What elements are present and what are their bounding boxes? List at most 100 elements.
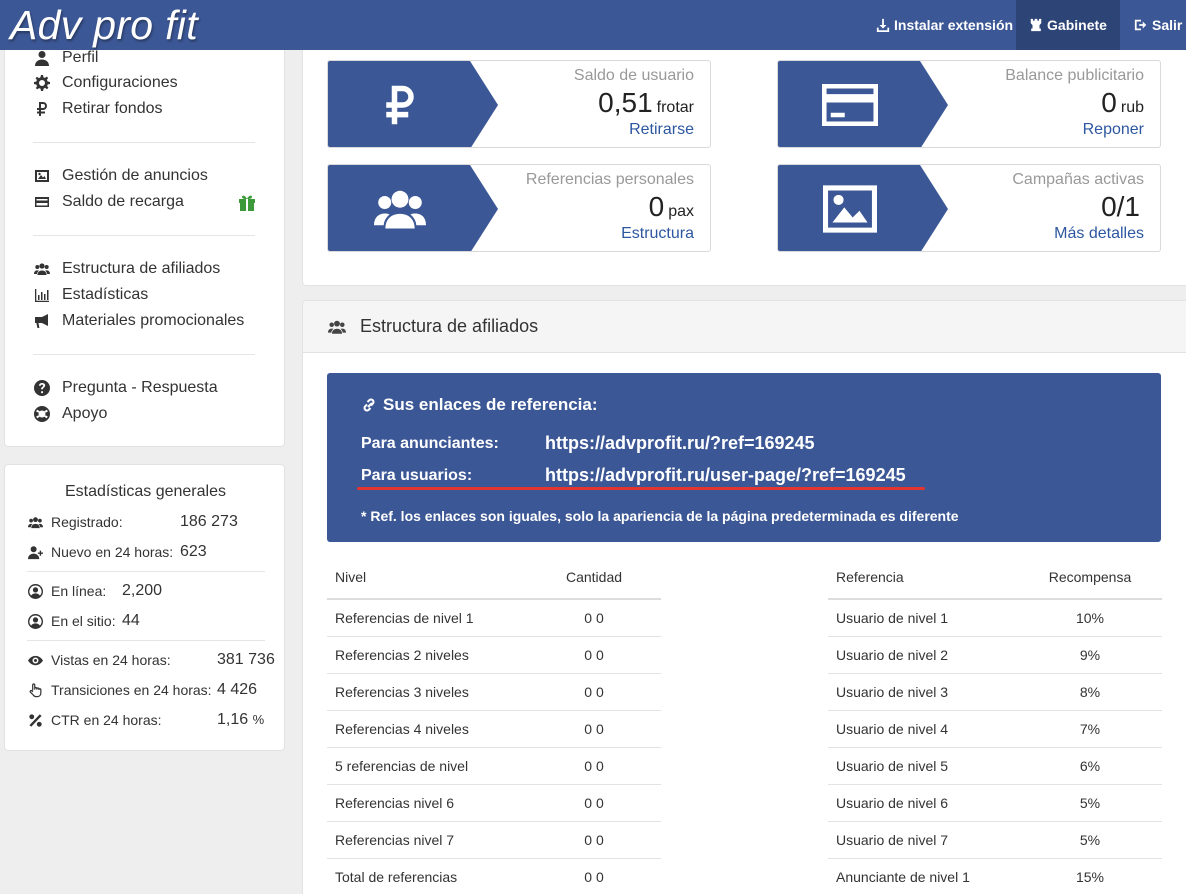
stat-value: 2,200 [122, 582, 163, 599]
table-cell: 0 0 [527, 821, 661, 859]
stat-value: 44 [122, 612, 140, 629]
table-row: 5 referencias de nivel 0 0 [327, 747, 661, 785]
stat-row-on-site: En el sitio: [27, 610, 116, 632]
ctr-value: 1,16 [217, 711, 249, 728]
bullhorn-icon [33, 312, 51, 330]
download-icon [876, 18, 890, 32]
user-circle-icon [27, 613, 43, 629]
sidebar-item-faq[interactable]: Pregunta - Respuesta [33, 376, 218, 400]
table-row: Referencias 2 niveles 0 0 [327, 636, 661, 674]
sidebar-item-support[interactable]: Apoyo [33, 402, 107, 426]
table-row: Usuario de nivel 3 8% [828, 673, 1162, 711]
table-cell: 0 0 [527, 858, 661, 894]
cabinet-link[interactable]: Gabinete [1016, 0, 1120, 50]
card-badge [778, 61, 948, 147]
table-cell: Total de referencias [327, 858, 527, 894]
table-cell: Referencias nivel 6 [327, 784, 527, 822]
table-cell: 10% [1018, 599, 1162, 637]
card-unit: frotar [656, 99, 694, 116]
cabinet-label: Gabinete [1047, 17, 1107, 33]
table-row: Usuario de nivel 4 7% [828, 710, 1162, 748]
divider [27, 571, 265, 572]
install-extension-link[interactable]: Instalar extensión [874, 0, 1015, 50]
sidebar-item-statistics[interactable]: Estadísticas [33, 283, 148, 307]
table-cell: 5% [1018, 784, 1162, 822]
table-cell: 9% [1018, 636, 1162, 674]
stat-row-new-24h: Nuevo en 24 horas: [27, 541, 173, 563]
card-value: 0 pax [649, 191, 694, 223]
column-header: Recompensa [1018, 555, 1162, 600]
table-cell: Usuario de nivel 1 [828, 599, 1018, 637]
stats-title: Estadísticas generales [65, 483, 226, 500]
referral-title-text: Sus enlaces de referencia: [383, 395, 598, 414]
table-cell: 6% [1018, 747, 1162, 785]
card-label: Campañas activas [1012, 171, 1144, 188]
sidebar-item-label: Estructura de afiliados [62, 260, 221, 277]
divider [27, 640, 265, 641]
divider [33, 235, 255, 236]
card-amount: 0 [648, 191, 665, 222]
card-label: Referencias personales [525, 171, 694, 188]
card-value: 0/1 [1101, 191, 1144, 223]
stat-value: 186 273 [180, 513, 238, 530]
table-header-row: Referencia Recompensa [828, 555, 1162, 600]
users-referral-url[interactable]: https://advprofit.ru/user-page/?ref=1692… [545, 465, 906, 486]
sign-out-icon [1134, 19, 1147, 31]
stat-value: 381 736 [217, 651, 275, 668]
card-amount: 0 [1101, 87, 1117, 118]
card-value: 0,51 frotar [598, 87, 694, 119]
sidebar-item-settings[interactable]: Configuraciones [33, 71, 178, 95]
sidebar-item-affiliate-structure[interactable]: Estructura de afiliados [33, 257, 220, 281]
sidebar-item-topup-balance[interactable]: Saldo de recarga [33, 190, 184, 214]
stat-label: Registrado: [51, 514, 123, 530]
table-header-row: Nivel Cantidad [327, 555, 661, 600]
referral-note: * Ref. los enlaces son iguales, solo la … [361, 508, 959, 524]
sidebar-item-ads-management[interactable]: Gestión de anuncios [33, 164, 208, 188]
advertisers-referral-url[interactable]: https://advprofit.ru/?ref=169245 [545, 433, 815, 454]
sidebar-item-profile[interactable]: Perfil [33, 46, 98, 70]
brand-logo[interactable]: Adv pro fit [10, 0, 198, 50]
users-icon [27, 514, 43, 530]
table-row: Total de referencias 0 0 [327, 858, 661, 894]
withdraw-link[interactable]: Retirarse [629, 121, 694, 139]
stat-row-registered: Registrado: [27, 511, 123, 533]
sidebar-item-label: Configuraciones [62, 74, 178, 91]
stat-value: 4 426 [217, 681, 258, 698]
users-label: Para usuarios: [361, 467, 473, 484]
card-personal-referrals: Referencias personales 0 pax Estructura [327, 164, 711, 252]
sidebar-item-label: Gestión de anuncios [62, 167, 208, 184]
user-icon [33, 49, 51, 67]
sidebar-item-promo-materials[interactable]: Materiales promocionales [33, 309, 244, 333]
advertisers-label: Para anunciantes: [361, 435, 499, 452]
table-cell: Usuario de nivel 5 [828, 747, 1018, 785]
exit-label: Salir [1152, 17, 1183, 33]
table-cell: Usuario de nivel 2 [828, 636, 1018, 674]
card-active-campaigns: Campañas activas 0/1 Más detalles [777, 164, 1161, 252]
sidebar-item-withdraw[interactable]: Retirar fondos [33, 97, 163, 121]
user-circle-icon [27, 583, 43, 599]
table-cell: Referencias 2 niveles [327, 636, 527, 674]
table-cell: 0 0 [527, 673, 661, 711]
table-cell: Usuario de nivel 3 [828, 673, 1018, 711]
sidebar-item-label: Apoyo [62, 405, 108, 422]
stat-row-online: En línea: [27, 580, 106, 602]
structure-link[interactable]: Estructura [621, 225, 694, 243]
stat-label: Vistas en 24 horas: [51, 652, 171, 668]
replenish-link[interactable]: Reponer [1083, 121, 1144, 139]
table-cell: 0 0 [527, 710, 661, 748]
table-row: Usuario de nivel 5 6% [828, 747, 1162, 785]
image-icon [820, 183, 880, 235]
affiliate-structure-panel: Estructura de afiliados Sus enlaces de r… [302, 300, 1186, 894]
ruble-icon [33, 100, 51, 118]
referral-rewards-table: Referencia Recompensa Usuario de nivel 1… [828, 555, 1162, 894]
exit-link[interactable]: Salir [1132, 0, 1184, 50]
table-cell: 0 0 [527, 747, 661, 785]
life-ring-icon [33, 405, 51, 423]
more-details-link[interactable]: Más detalles [1054, 225, 1144, 243]
ruble-icon [370, 79, 430, 131]
table-row: Referencias 4 niveles 0 0 [327, 710, 661, 748]
gift-icon[interactable] [237, 192, 257, 212]
card-amount: 0/1 [1101, 191, 1140, 222]
bar-chart-icon [33, 286, 51, 304]
gear-icon [33, 74, 51, 92]
